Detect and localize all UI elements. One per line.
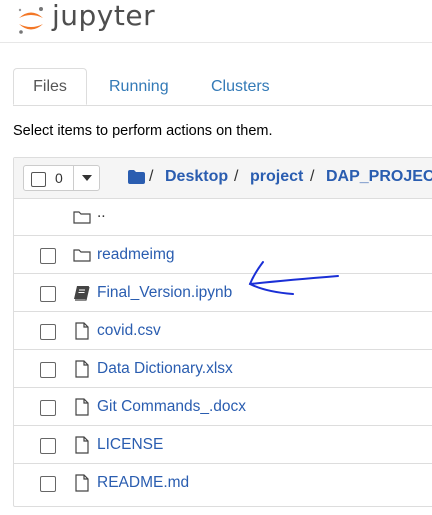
tab-files[interactable]: Files bbox=[13, 68, 87, 105]
handdrawn-arrow-icon bbox=[248, 261, 339, 295]
list-item-name[interactable]: Data Dictionary.xlsx bbox=[97, 360, 233, 378]
breadcrumb-project[interactable]: project bbox=[250, 168, 303, 186]
notebook-icon bbox=[74, 286, 90, 301]
select-all-checkbox[interactable] bbox=[31, 172, 46, 187]
file-list-panel: 0 / Desktop / project / DAP_PROJEC .. re… bbox=[13, 157, 432, 507]
list-item-name[interactable]: .. bbox=[97, 204, 106, 222]
folder-icon bbox=[73, 249, 91, 262]
list-item-name[interactable]: Final_Version.ipynb bbox=[97, 284, 232, 302]
breadcrumb-dap-project[interactable]: DAP_PROJEC bbox=[326, 168, 432, 186]
select-menu-dropdown[interactable] bbox=[73, 165, 100, 191]
list-item-name[interactable]: readmeimg bbox=[97, 246, 175, 264]
list-item[interactable]: LICENSE bbox=[14, 426, 432, 464]
file-icon bbox=[75, 322, 89, 340]
header: jupyter bbox=[0, 0, 432, 43]
row-checkbox[interactable] bbox=[40, 476, 56, 492]
row-checkbox[interactable] bbox=[40, 438, 56, 454]
select-all-button[interactable]: 0 bbox=[23, 165, 74, 191]
list-item[interactable]: covid.csv bbox=[14, 312, 432, 350]
row-checkbox[interactable] bbox=[40, 324, 56, 340]
file-list-header: 0 / Desktop / project / DAP_PROJEC bbox=[14, 158, 432, 199]
row-checkbox[interactable] bbox=[40, 362, 56, 378]
breadcrumb-desktop[interactable]: Desktop bbox=[165, 168, 228, 186]
file-icon bbox=[75, 398, 89, 416]
list-item[interactable]: Git Commands_.docx bbox=[14, 388, 432, 426]
tab-running[interactable]: Running bbox=[92, 68, 186, 104]
breadcrumb-separator: / bbox=[149, 168, 154, 185]
home-folder-icon[interactable] bbox=[128, 170, 145, 184]
list-item[interactable]: Data Dictionary.xlsx bbox=[14, 350, 432, 388]
selection-hint: Select items to perform actions on them. bbox=[13, 123, 273, 139]
breadcrumb-separator: / bbox=[310, 168, 315, 185]
list-item[interactable]: README.md bbox=[14, 464, 432, 502]
folder-icon bbox=[73, 211, 91, 224]
row-checkbox[interactable] bbox=[40, 286, 56, 302]
file-icon bbox=[75, 474, 89, 492]
jupyter-logo-icon[interactable] bbox=[15, 4, 47, 36]
row-checkbox[interactable] bbox=[40, 400, 56, 416]
row-checkbox[interactable] bbox=[40, 248, 56, 264]
list-item-name[interactable]: LICENSE bbox=[97, 436, 163, 454]
breadcrumb-separator: / bbox=[234, 168, 239, 185]
list-item-name[interactable]: README.md bbox=[97, 474, 189, 492]
tab-clusters[interactable]: Clusters bbox=[194, 68, 287, 104]
selected-count: 0 bbox=[55, 170, 63, 186]
list-item[interactable]: Final_Version.ipynb bbox=[14, 274, 432, 312]
file-icon bbox=[75, 360, 89, 378]
file-icon bbox=[75, 436, 89, 454]
list-item-parent-dir[interactable]: .. bbox=[14, 198, 432, 236]
list-item[interactable]: readmeimg bbox=[14, 236, 432, 274]
list-item-name[interactable]: covid.csv bbox=[97, 322, 161, 340]
tab-bar: Files Running Clusters bbox=[13, 68, 432, 106]
logo-text[interactable]: jupyter bbox=[52, 0, 155, 32]
caret-down-icon bbox=[82, 175, 92, 181]
list-item-name[interactable]: Git Commands_.docx bbox=[97, 398, 246, 416]
